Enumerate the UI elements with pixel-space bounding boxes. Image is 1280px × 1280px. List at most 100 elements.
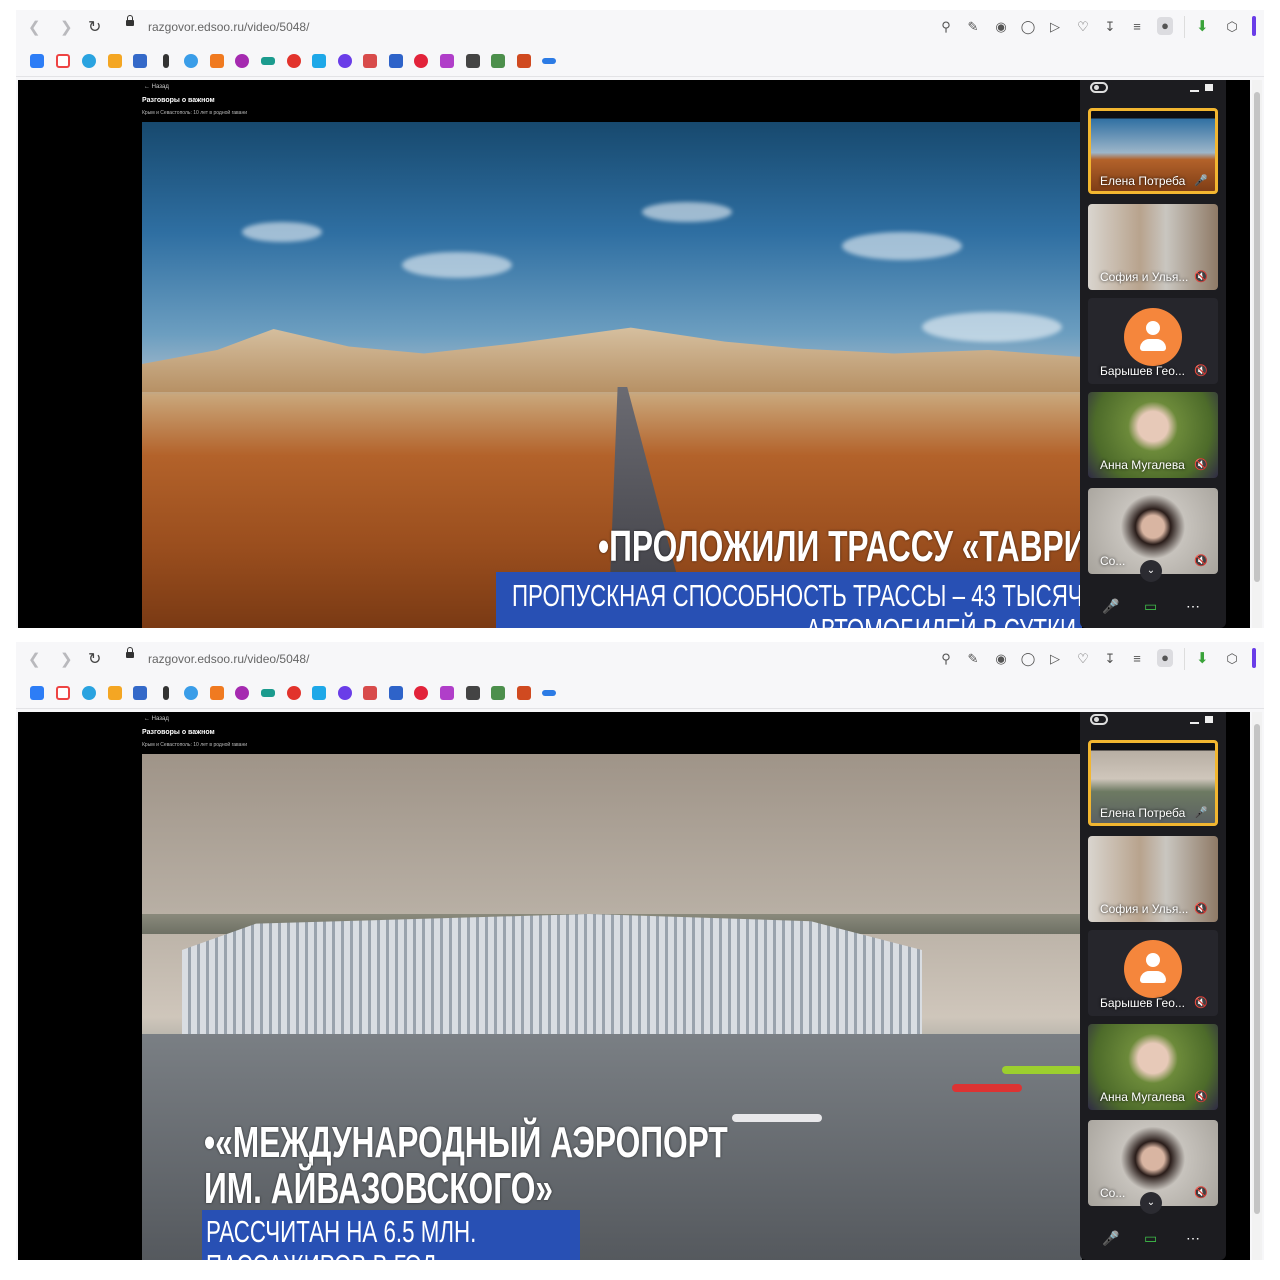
back-link[interactable]: ← Назад bbox=[144, 84, 169, 90]
play-icon[interactable]: ▷ bbox=[1047, 651, 1063, 667]
bookmark-ya-icon[interactable] bbox=[287, 54, 301, 68]
bookmark-doc-icon[interactable] bbox=[466, 54, 480, 68]
reload-icon[interactable]: ↻ bbox=[88, 649, 101, 669]
maximize-icon[interactable] bbox=[1205, 84, 1213, 91]
play-icon[interactable]: ▷ bbox=[1047, 19, 1063, 35]
more-icon[interactable]: ⋯ bbox=[1186, 1230, 1200, 1247]
bookmark-dots-icon[interactable] bbox=[261, 57, 275, 65]
participant-tile[interactable]: София и Улья... 🔇 bbox=[1088, 204, 1218, 290]
shield-icon[interactable]: ◯ bbox=[1020, 19, 1036, 35]
bookmark-mail-icon[interactable] bbox=[108, 54, 122, 68]
more-icon[interactable]: ⋯ bbox=[1186, 598, 1200, 615]
search-page-icon[interactable]: ⚲ bbox=[938, 19, 954, 35]
bookmark-yandex-icon[interactable] bbox=[163, 686, 169, 700]
maximize-icon[interactable] bbox=[1205, 716, 1213, 723]
bookmark-grid-icon[interactable] bbox=[491, 54, 505, 68]
video-frame-airport[interactable]: •«МЕЖДУНАРОДНЫЙ АЭРОПОРТ ИМ. АЙВАЗОВСКОГ… bbox=[142, 754, 1082, 1260]
cube-icon[interactable]: ⬡ bbox=[1224, 651, 1240, 667]
bookmark-gmail-icon[interactable] bbox=[56, 686, 70, 700]
screen-share-icon[interactable]: ▭ bbox=[1144, 598, 1157, 615]
download-icon[interactable]: ↧ bbox=[1102, 651, 1118, 667]
bookmark-telegram-icon[interactable] bbox=[82, 686, 96, 700]
bookmark-chat-icon[interactable] bbox=[30, 54, 44, 68]
bookmark-swoosh-icon[interactable] bbox=[542, 58, 556, 64]
bookmark-wb-icon[interactable] bbox=[440, 54, 454, 68]
bookmark-swoosh-icon[interactable] bbox=[542, 690, 556, 696]
bookmark-wb-icon[interactable] bbox=[440, 686, 454, 700]
bookmark-emblem-icon[interactable] bbox=[389, 686, 403, 700]
microphone-icon[interactable]: 🎤 bbox=[1102, 598, 1119, 615]
bookmark-flag-icon[interactable] bbox=[517, 54, 531, 68]
menu-icon[interactable]: ≡ bbox=[1129, 651, 1145, 666]
bookmark-telegram-icon[interactable] bbox=[82, 54, 96, 68]
camera-icon[interactable]: ◉ bbox=[993, 19, 1009, 35]
toggle-icon[interactable] bbox=[1090, 82, 1108, 93]
profile-icon[interactable]: ● bbox=[1157, 649, 1173, 667]
chevron-down-icon[interactable]: ⌄ bbox=[1140, 560, 1162, 582]
scroll-thumb[interactable] bbox=[1254, 92, 1260, 582]
search-page-icon[interactable]: ⚲ bbox=[938, 651, 954, 667]
page-scrollbar[interactable] bbox=[1252, 712, 1262, 1260]
favorite-icon[interactable]: ♡ bbox=[1075, 19, 1091, 35]
participant-tile[interactable]: Елена Потреба 🎤 bbox=[1088, 108, 1218, 194]
participant-tile[interactable]: Барышев Гео... 🔇 bbox=[1088, 930, 1218, 1016]
participant-tile[interactable]: Анна Мугалева 🔇 bbox=[1088, 1024, 1218, 1110]
profile-icon[interactable]: ● bbox=[1157, 17, 1173, 35]
bookmark-globe-icon[interactable] bbox=[184, 686, 198, 700]
shield-icon[interactable]: ◯ bbox=[1020, 651, 1036, 667]
video-frame-road[interactable]: •ПРОЛОЖИЛИ ТРАССУ «ТАВРИДА» ПРОПУСКНАЯ С… bbox=[142, 122, 1082, 628]
bookmark-alice-icon[interactable] bbox=[338, 686, 352, 700]
menu-icon[interactable]: ≡ bbox=[1129, 19, 1145, 34]
bookmark-globe-icon[interactable] bbox=[184, 54, 198, 68]
bookmark-gosuslugi-icon[interactable] bbox=[363, 686, 377, 700]
bookmark-star-icon[interactable] bbox=[235, 686, 249, 700]
address-bar[interactable]: razgovor.edsoo.ru/video/5048/ bbox=[148, 20, 309, 34]
bookmark-doc-icon[interactable] bbox=[466, 686, 480, 700]
camera-icon[interactable]: ◉ bbox=[993, 651, 1009, 667]
video-player[interactable]: ← Назад Разговоры о важном Крым и Севаст… bbox=[18, 712, 1250, 1260]
bookmark-rb-icon[interactable] bbox=[133, 686, 147, 700]
bookmark-star-icon[interactable] bbox=[235, 54, 249, 68]
bookmark-ok-icon[interactable] bbox=[210, 54, 224, 68]
bookmark-gmail-icon[interactable] bbox=[56, 54, 70, 68]
participant-tile[interactable]: Анна Мугалева 🔇 bbox=[1088, 392, 1218, 478]
favorite-icon[interactable]: ♡ bbox=[1075, 651, 1091, 667]
bookmark-tablet-icon[interactable] bbox=[312, 686, 326, 700]
bookmark-dots-icon[interactable] bbox=[261, 689, 275, 697]
edit-icon[interactable]: ✎ bbox=[965, 651, 981, 667]
participant-tile[interactable]: Елена Потреба 🎤 bbox=[1088, 740, 1218, 826]
reload-icon[interactable]: ↻ bbox=[88, 17, 101, 37]
screen-share-icon[interactable]: ▭ bbox=[1144, 1230, 1157, 1247]
bookmark-grid-icon[interactable] bbox=[491, 686, 505, 700]
bookmark-red-icon[interactable] bbox=[414, 686, 428, 700]
extension-icon[interactable]: ⬇ bbox=[1196, 17, 1209, 35]
bookmark-red-icon[interactable] bbox=[414, 54, 428, 68]
page-scrollbar[interactable] bbox=[1252, 80, 1262, 628]
minimize-icon[interactable] bbox=[1190, 90, 1199, 92]
bookmark-flag-icon[interactable] bbox=[517, 686, 531, 700]
toggle-icon[interactable] bbox=[1090, 714, 1108, 725]
address-bar[interactable]: razgovor.edsoo.ru/video/5048/ bbox=[148, 652, 309, 666]
participant-tile[interactable]: София и Улья... 🔇 bbox=[1088, 836, 1218, 922]
bookmark-rb-icon[interactable] bbox=[133, 54, 147, 68]
chevron-down-icon[interactable]: ⌄ bbox=[1140, 1192, 1162, 1214]
bookmark-ya-icon[interactable] bbox=[287, 686, 301, 700]
download-icon[interactable]: ↧ bbox=[1102, 19, 1118, 35]
bookmark-ok-icon[interactable] bbox=[210, 686, 224, 700]
video-player[interactable]: ← Назад Разговоры о важном Крым и Севаст… bbox=[18, 80, 1250, 628]
bookmark-emblem-icon[interactable] bbox=[389, 54, 403, 68]
minimize-icon[interactable] bbox=[1190, 722, 1199, 724]
back-link[interactable]: ← Назад bbox=[144, 716, 169, 722]
bookmark-gosuslugi-icon[interactable] bbox=[363, 54, 377, 68]
bookmark-mail-icon[interactable] bbox=[108, 686, 122, 700]
participant-tile[interactable]: Барышев Гео... 🔇 bbox=[1088, 298, 1218, 384]
edit-icon[interactable]: ✎ bbox=[965, 19, 981, 35]
forward-icon[interactable]: ❯ bbox=[60, 18, 73, 36]
extension-icon[interactable]: ⬇ bbox=[1196, 649, 1209, 667]
cube-icon[interactable]: ⬡ bbox=[1224, 19, 1240, 35]
scroll-thumb[interactable] bbox=[1254, 724, 1260, 1214]
bookmark-chat-icon[interactable] bbox=[30, 686, 44, 700]
back-icon[interactable]: ❮ bbox=[28, 650, 41, 668]
microphone-icon[interactable]: 🎤 bbox=[1102, 1230, 1119, 1247]
back-icon[interactable]: ❮ bbox=[28, 18, 41, 36]
